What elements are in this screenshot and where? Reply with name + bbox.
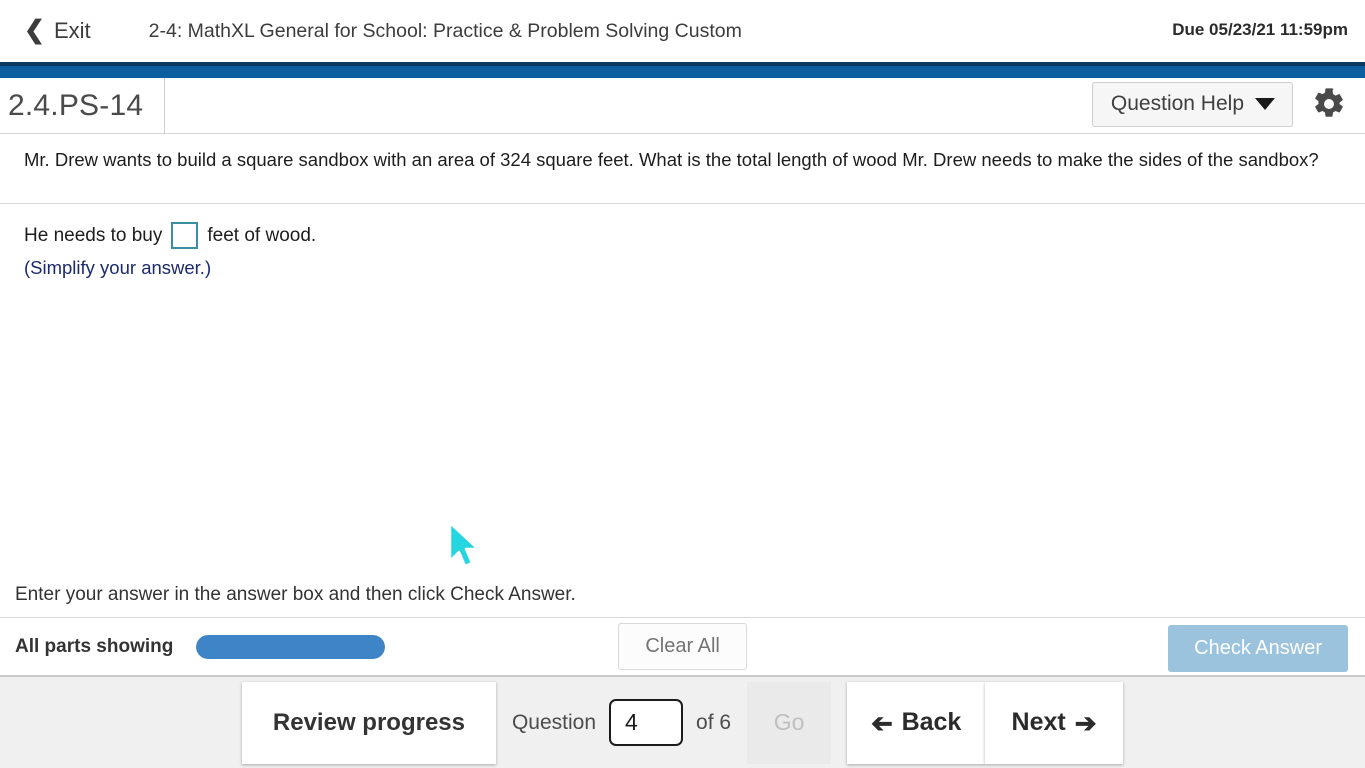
review-progress-button[interactable]: Review progress [241,681,496,764]
caret-down-icon [1255,98,1275,110]
exit-button[interactable]: ❮ Exit [24,15,91,44]
question-navigator: Question of 6 [512,699,731,746]
question-help-label: Question Help [1110,92,1244,115]
brand-blue-bar [0,62,1365,78]
arrow-right-icon: ➔ [1074,707,1097,738]
next-button[interactable]: Next ➔ [985,681,1124,764]
answer-area: He needs to buy feet of wood. (Simplify … [0,204,1365,279]
action-bar: All parts showing Clear All Check Answer [0,618,1365,676]
check-answer-button[interactable]: Check Answer [1168,625,1348,672]
exercise-id: 2.4.PS-14 [0,77,165,134]
top-header: ❮ Exit 2-4: MathXL General for School: P… [0,0,1365,62]
simplify-note: (Simplify your answer.) [24,257,212,278]
question-help-wrapper: Question Help [1091,82,1293,127]
exit-label: Exit [53,18,91,43]
bottom-navigation: Review progress Question of 6 Go ➔ Back … [0,676,1365,768]
next-label: Next [1011,708,1066,736]
question-label: Question [511,710,597,734]
answer-suffix: feet of wood. [207,224,317,246]
back-label: Back [901,708,962,736]
parts-progress-fill [196,634,386,659]
due-date: Due 05/23/21 11:59pm [1172,20,1348,39]
question-count-label: of 6 [696,710,732,734]
question-help-button[interactable]: Question Help [1091,82,1293,127]
clear-all-button[interactable]: Clear All [618,623,747,670]
mathxl-exercise-player: ❮ Exit 2-4: MathXL General for School: P… [0,0,1365,768]
parts-progress-bar [196,634,386,659]
answer-input[interactable] [171,222,199,249]
question-body: Mr. Drew wants to build a square sandbox… [0,134,1365,204]
question-number-input[interactable] [609,699,684,746]
gear-icon[interactable] [1312,87,1346,121]
parts-showing-label: All parts showing [15,635,174,657]
answer-line: He needs to buy feet of wood. [0,204,1365,249]
answer-prefix: He needs to buy [24,224,163,246]
chevron-left-icon: ❮ [24,15,45,44]
assignment-title: 2-4: MathXL General for School: Practice… [148,19,742,42]
arrow-left-icon: ➔ [870,707,893,738]
back-button[interactable]: ➔ Back [847,681,986,764]
question-prompt: Mr. Drew wants to build a square sandbox… [24,149,1319,170]
instruction-text: Enter your answer in the answer box and … [0,573,1365,618]
go-button[interactable]: Go [747,681,832,764]
mouse-cursor [447,521,483,578]
